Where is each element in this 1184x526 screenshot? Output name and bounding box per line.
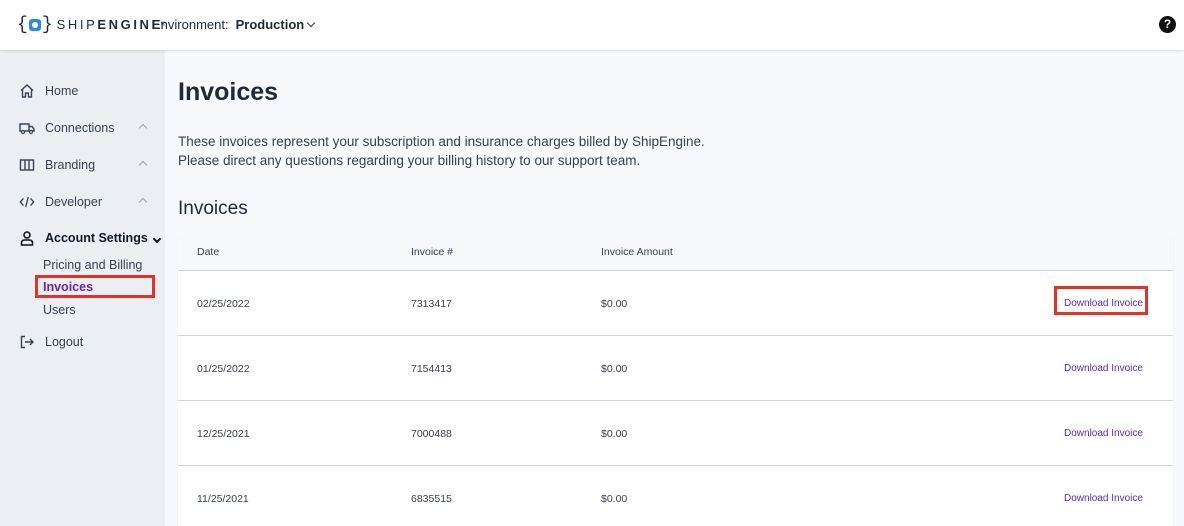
cell-invoice-number: 7313417 xyxy=(411,298,452,310)
sidebar-item-branding[interactable]: Branding xyxy=(0,152,165,178)
chevron-down-icon xyxy=(306,18,316,27)
table-row: 11/25/2021 6835515 $0.00 Download Invoic… xyxy=(178,466,1173,526)
home-icon xyxy=(19,83,35,99)
cell-invoice-amount: $0.00 xyxy=(601,298,628,310)
column-header-date: Date xyxy=(197,246,220,258)
columns-icon xyxy=(19,157,35,173)
shipengine-logo[interactable]: { } SHIPENGINE ® xyxy=(17,15,165,35)
sidebar-item-label: Branding xyxy=(45,158,96,172)
cell-invoice-number: 6835515 xyxy=(411,493,452,505)
description-line: These invoices represent your subscripti… xyxy=(178,134,705,149)
invoices-table: Date Invoice # Invoice Amount 02/25/2022… xyxy=(178,233,1173,526)
table-row: 12/25/2021 7000488 $0.00 Download Invoic… xyxy=(178,401,1173,466)
help-icon[interactable]: ? xyxy=(1159,16,1176,33)
logo-wordmark-prefix: SHIP xyxy=(56,17,98,32)
cell-invoice-number: 7154413 xyxy=(411,363,452,375)
code-icon xyxy=(19,194,35,210)
highlight-box xyxy=(35,275,155,298)
download-invoice-link[interactable]: Download Invoice xyxy=(1064,428,1143,439)
environment-value: Production xyxy=(235,17,305,32)
cell-date: 11/25/2021 xyxy=(197,493,249,505)
cell-invoice-amount: $0.00 xyxy=(601,363,628,375)
column-header-invoice-number: Invoice # xyxy=(411,246,454,258)
sidebar-item-account-settings[interactable]: Account Settings xyxy=(0,225,165,251)
section-title: Invoices xyxy=(178,198,248,219)
chevron-up-icon xyxy=(138,160,148,170)
description-line: Please direct any questions regarding yo… xyxy=(178,153,641,168)
truck-icon xyxy=(19,120,35,136)
logout-icon xyxy=(19,334,35,350)
sidebar-item-label: Account Settings xyxy=(45,231,162,245)
page-title: Invoices xyxy=(178,78,279,106)
sidebar-item-connections[interactable]: Connections xyxy=(0,115,165,141)
cell-invoice-number: 7000488 xyxy=(411,428,452,440)
sidebar: Home Connections Branding Developer Acco… xyxy=(0,50,165,526)
logo-brace-right: } xyxy=(41,15,53,35)
sidebar-item-home[interactable]: Home xyxy=(0,78,165,104)
chevron-up-icon xyxy=(138,123,148,133)
cell-date: 12/25/2021 xyxy=(197,428,250,440)
sidebar-item-label: Connections xyxy=(45,121,115,135)
main-content: Invoices These invoices represent your s… xyxy=(165,50,1184,526)
table-header: Date Invoice # Invoice Amount xyxy=(178,233,1173,271)
chevron-down-icon xyxy=(152,234,162,244)
sidebar-subitem-users[interactable]: Users xyxy=(43,303,76,317)
chevron-up-icon xyxy=(138,197,148,207)
sidebar-item-label: Home xyxy=(45,84,79,98)
gear-icon xyxy=(28,19,41,31)
download-invoice-link[interactable]: Download Invoice xyxy=(1064,493,1143,504)
logo-wordmark: SHIPENGINE xyxy=(57,15,163,35)
logo-brace-left: { xyxy=(17,15,28,35)
sidebar-item-label: Logout xyxy=(45,335,84,349)
sidebar-item-label-text: Account Settings xyxy=(45,231,148,245)
sidebar-item-label: Developer xyxy=(45,195,102,209)
user-icon xyxy=(19,230,35,246)
column-header-invoice-amount: Invoice Amount xyxy=(601,246,673,258)
sidebar-item-developer[interactable]: Developer xyxy=(0,189,165,215)
cell-invoice-amount: $0.00 xyxy=(601,428,628,440)
cell-date: 02/25/2022 xyxy=(197,298,250,310)
cell-invoice-amount: $0.00 xyxy=(601,493,628,505)
table-row: 02/25/2022 7313417 $0.00 Download Invoic… xyxy=(178,271,1173,336)
sidebar-item-logout[interactable]: Logout xyxy=(0,329,165,355)
cell-date: 01/25/2022 xyxy=(197,363,250,375)
download-invoice-link[interactable]: Download Invoice xyxy=(1064,363,1143,374)
page-description: These invoices represent your subscripti… xyxy=(178,132,878,170)
highlight-box xyxy=(1054,286,1148,315)
table-row: 01/25/2022 7154413 $0.00 Download Invoic… xyxy=(178,336,1173,401)
sidebar-subitem-pricing-and-billing[interactable]: Pricing and Billing xyxy=(43,258,142,272)
top-bar: { } SHIPENGINE ® Environment: Production… xyxy=(0,0,1184,50)
environment-selector[interactable]: Environment: Production xyxy=(152,17,316,32)
environment-label: Environment: xyxy=(152,17,229,32)
